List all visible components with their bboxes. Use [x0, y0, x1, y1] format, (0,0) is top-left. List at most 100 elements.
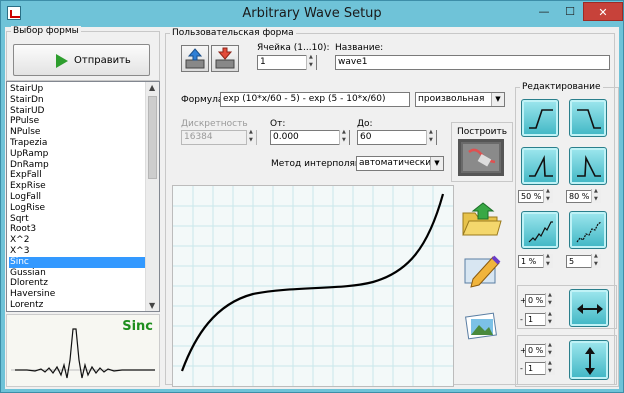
- folder-open-icon: [462, 202, 502, 236]
- wave-list-item[interactable]: Root3: [9, 224, 147, 235]
- v-shift-count-stepper[interactable]: [545, 360, 555, 375]
- ramp-up-icon: [529, 154, 553, 177]
- wave-select-title: Выбор формы: [11, 26, 81, 36]
- close-button[interactable]: ✕: [583, 2, 623, 21]
- wave-list-item[interactable]: Trapezia: [9, 138, 147, 149]
- ramp-down-button[interactable]: [569, 147, 607, 185]
- h-minus-sign: -: [520, 315, 523, 324]
- wave-list-item[interactable]: LogFall: [9, 192, 147, 203]
- wave-preview: Sinc: [6, 314, 160, 387]
- smooth-count-stepper[interactable]: [591, 253, 601, 268]
- build-button[interactable]: [458, 139, 504, 176]
- to-label: До:: [357, 119, 373, 129]
- edge-percent-a-stepper[interactable]: [543, 188, 553, 203]
- scroll-down-icon[interactable]: ▼: [149, 301, 155, 310]
- pencil-edit-icon: [464, 255, 501, 288]
- horizontal-arrows-icon: [577, 304, 603, 314]
- wave-list-item[interactable]: X^3: [9, 246, 147, 257]
- send-button[interactable]: Отправить: [13, 44, 150, 76]
- wave-list-item[interactable]: Sinc: [9, 256, 147, 268]
- user-form-title: Пользовательская форма: [170, 28, 296, 38]
- wave-list-item[interactable]: X^2: [9, 235, 147, 246]
- v-shift-percent-stepper[interactable]: [545, 342, 555, 357]
- scroll-thumb[interactable]: [148, 96, 157, 179]
- from-label: От:: [270, 119, 286, 129]
- wave-list-item[interactable]: PPulse: [9, 116, 147, 127]
- noise-button[interactable]: [521, 211, 559, 249]
- wave-list-item[interactable]: StairDn: [9, 95, 147, 106]
- formula-type-select[interactable]: произвольная ▼: [415, 92, 505, 107]
- v-stretch-button[interactable]: [569, 340, 609, 380]
- plot-canvas: [173, 186, 453, 386]
- wave-list-item[interactable]: StairUp: [9, 84, 147, 95]
- edit-title: Редактирование: [520, 82, 603, 92]
- wave-list-scrollbar[interactable]: ▲ ▼: [145, 82, 159, 311]
- discr-stepper[interactable]: [246, 129, 256, 145]
- minimize-button[interactable]: —: [531, 2, 557, 21]
- wave-list[interactable]: StairUp StairDn StairUD PPulse NPulse Trapezi…: [6, 81, 160, 312]
- to-field[interactable]: 60: [357, 130, 437, 145]
- upload-icon: [215, 47, 235, 69]
- h-stretch-button[interactable]: [569, 289, 609, 327]
- chevron-down-icon: ▼: [430, 157, 443, 170]
- noise-ramp-icon: [528, 221, 553, 243]
- formula-field[interactable]: exp (10*x/60 - 5) - exp (5 - 10*x/60): [220, 92, 410, 107]
- scroll-up-icon[interactable]: ▲: [149, 83, 155, 92]
- load-cell-button[interactable]: [181, 45, 209, 72]
- ramp-up-button[interactable]: [521, 147, 559, 185]
- wave-list-item[interactable]: ExpFall: [9, 170, 147, 181]
- edge-percent-b-stepper[interactable]: [591, 188, 601, 203]
- edit-button[interactable]: [459, 249, 503, 289]
- wave-list-item[interactable]: Lorentz: [9, 300, 147, 311]
- preview-wave-name: Sinc: [122, 319, 153, 334]
- wave-list-items: StairUp StairDn StairUD PPulse NPulse Trapezi…: [9, 84, 147, 312]
- interp-value: автоматически: [359, 158, 432, 168]
- vertical-arrows-icon: [585, 347, 595, 375]
- h-shift-count-stepper[interactable]: [545, 311, 555, 326]
- interp-select[interactable]: автоматически ▼: [356, 156, 444, 171]
- plot-icon: [463, 144, 499, 171]
- noise-percent-stepper[interactable]: [543, 253, 553, 268]
- wave-list-item[interactable]: Sqrt: [9, 214, 147, 225]
- open-file-button[interactable]: [459, 199, 503, 239]
- h-shift-percent-stepper[interactable]: [545, 292, 555, 307]
- picture-icon: [465, 312, 497, 340]
- wave-list-item[interactable]: Gauspuls: [9, 311, 147, 312]
- app-window: Arbitrary Wave Setup — ☐ ✕ Выбор формы О…: [0, 0, 624, 393]
- send-arrow-icon: [56, 54, 68, 68]
- name-field[interactable]: wave1: [335, 55, 610, 70]
- smooth-button[interactable]: [569, 211, 607, 249]
- smooth-ramp-icon: [576, 221, 602, 243]
- build-label: Построить: [455, 127, 510, 137]
- title-bar[interactable]: Arbitrary Wave Setup — ☐ ✕: [1, 1, 623, 27]
- from-field[interactable]: 0.000: [270, 130, 350, 145]
- rise-edge-button[interactable]: [521, 99, 559, 137]
- save-cell-button[interactable]: [211, 45, 239, 72]
- cell-stepper[interactable]: [306, 54, 316, 70]
- wave-select-group: Выбор формы Отправить: [6, 26, 160, 81]
- fall-edge-button[interactable]: [569, 99, 607, 137]
- wave-list-item[interactable]: Haversine: [9, 289, 147, 300]
- discr-label: Дискретность: [181, 119, 248, 129]
- download-icon: [185, 48, 205, 69]
- wave-list-item[interactable]: DnRamp: [9, 160, 147, 171]
- wave-list-item[interactable]: Gussian: [9, 268, 147, 279]
- formula-type-value: произвольная: [418, 94, 485, 104]
- image-button[interactable]: [459, 307, 503, 347]
- client-area: Выбор формы Отправить StairUp StairDn Stai…: [5, 26, 619, 389]
- send-button-label: Отправить: [74, 55, 131, 66]
- wave-list-item[interactable]: StairUD: [9, 106, 147, 117]
- wave-list-item[interactable]: Dlorentz: [9, 278, 147, 289]
- from-stepper[interactable]: [339, 129, 349, 145]
- wave-list-item[interactable]: NPulse: [9, 127, 147, 138]
- wave-list-item[interactable]: UpRamp: [9, 149, 147, 160]
- maximize-button[interactable]: ☐: [557, 2, 583, 21]
- ramp-down-icon: [577, 154, 601, 177]
- build-group: Построить: [451, 122, 513, 182]
- wave-list-item[interactable]: LogRise: [9, 203, 147, 214]
- name-label: Название:: [335, 43, 384, 53]
- wave-list-item[interactable]: ExpRise: [9, 181, 147, 192]
- fall-edge-icon: [577, 109, 601, 129]
- v-minus-sign: -: [520, 364, 523, 373]
- to-stepper[interactable]: [426, 129, 436, 145]
